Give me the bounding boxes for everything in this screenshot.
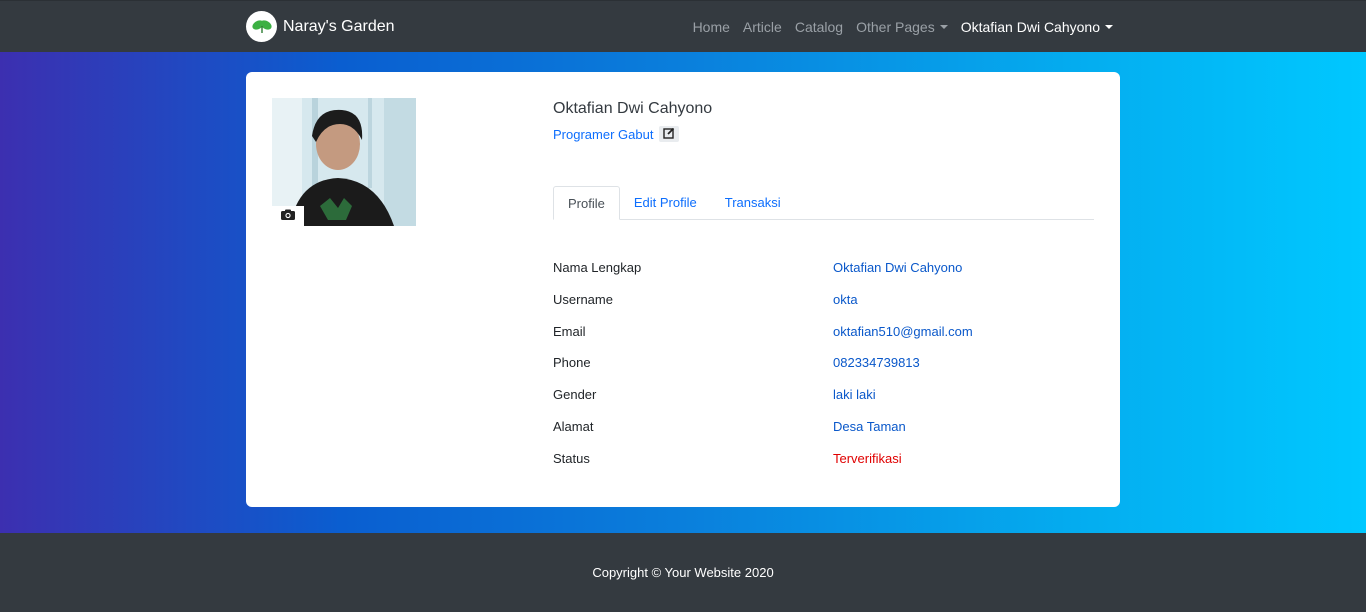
tab-transaksi[interactable]: Transaksi (711, 186, 795, 219)
info-label: Gender (553, 387, 597, 403)
nav-catalog[interactable]: Catalog (795, 19, 843, 35)
info-row-email: Email oktafian510@gmail.com (553, 324, 1094, 356)
info-label: Username (553, 291, 613, 307)
info-row-gender: Gender laki laki (553, 387, 1094, 419)
info-label: Email (553, 323, 586, 339)
info-value: Oktafian Dwi Cahyono (833, 260, 963, 275)
info-value: oktafian510@gmail.com (833, 323, 973, 339)
info-value: okta (833, 291, 858, 307)
profile-role: Programer Gabut (553, 126, 680, 142)
nav-other-pages-dropdown[interactable]: Other Pages (856, 19, 948, 35)
tab-profile[interactable]: Profile (553, 186, 620, 220)
edit-icon (663, 127, 675, 142)
info-row-status: Status Terverifikasi (553, 451, 1094, 483)
brand[interactable]: Naray's Garden (246, 11, 395, 42)
change-photo-button[interactable] (272, 206, 304, 226)
tab-edit-profile[interactable]: Edit Profile (620, 186, 711, 219)
edit-role-button[interactable] (659, 126, 680, 142)
brand-name: Naray's Garden (283, 17, 395, 35)
profile-tabs: Profile Edit Profile Transaksi (553, 186, 1094, 220)
info-row-phone: Phone 082334739813 (553, 355, 1094, 387)
status-badge: Terverifikasi (833, 450, 902, 466)
info-row-username: Username okta (553, 292, 1094, 324)
navbar: Naray's Garden Home Article Catalog Othe… (0, 0, 1366, 52)
avatar (272, 98, 416, 226)
info-value: 082334739813 (833, 355, 920, 371)
info-label: Phone (553, 355, 591, 371)
info-label: Alamat (553, 418, 594, 434)
info-label: Nama Lengkap (553, 260, 642, 275)
profile-name: Oktafian Dwi Cahyono (553, 100, 713, 117)
info-label: Status (553, 450, 590, 466)
copyright-text: Copyright © Your Website 2020 (592, 565, 774, 580)
nav-user-dropdown[interactable]: Oktafian Dwi Cahyono (961, 19, 1113, 35)
camera-icon (281, 207, 295, 225)
nav-article[interactable]: Article (743, 19, 782, 35)
footer: Copyright © Your Website 2020 (0, 533, 1366, 612)
hero-background: Oktafian Dwi Cahyono Programer Gabut Pro… (0, 52, 1366, 533)
main-nav: Home Article Catalog Other Pages Oktafia… (693, 19, 1113, 35)
plant-logo-icon (246, 11, 277, 42)
info-row-alamat: Alamat Desa Taman (553, 419, 1094, 451)
profile-card: Oktafian Dwi Cahyono Programer Gabut Pro… (246, 72, 1120, 507)
info-value: Desa Taman (833, 418, 906, 434)
profile-info: Nama Lengkap Oktafian Dwi Cahyono Userna… (553, 260, 1094, 483)
nav-home[interactable]: Home (693, 19, 730, 35)
info-value: laki laki (833, 387, 876, 403)
role-text: Programer Gabut (553, 126, 654, 142)
info-row-nama: Nama Lengkap Oktafian Dwi Cahyono (553, 260, 1094, 292)
